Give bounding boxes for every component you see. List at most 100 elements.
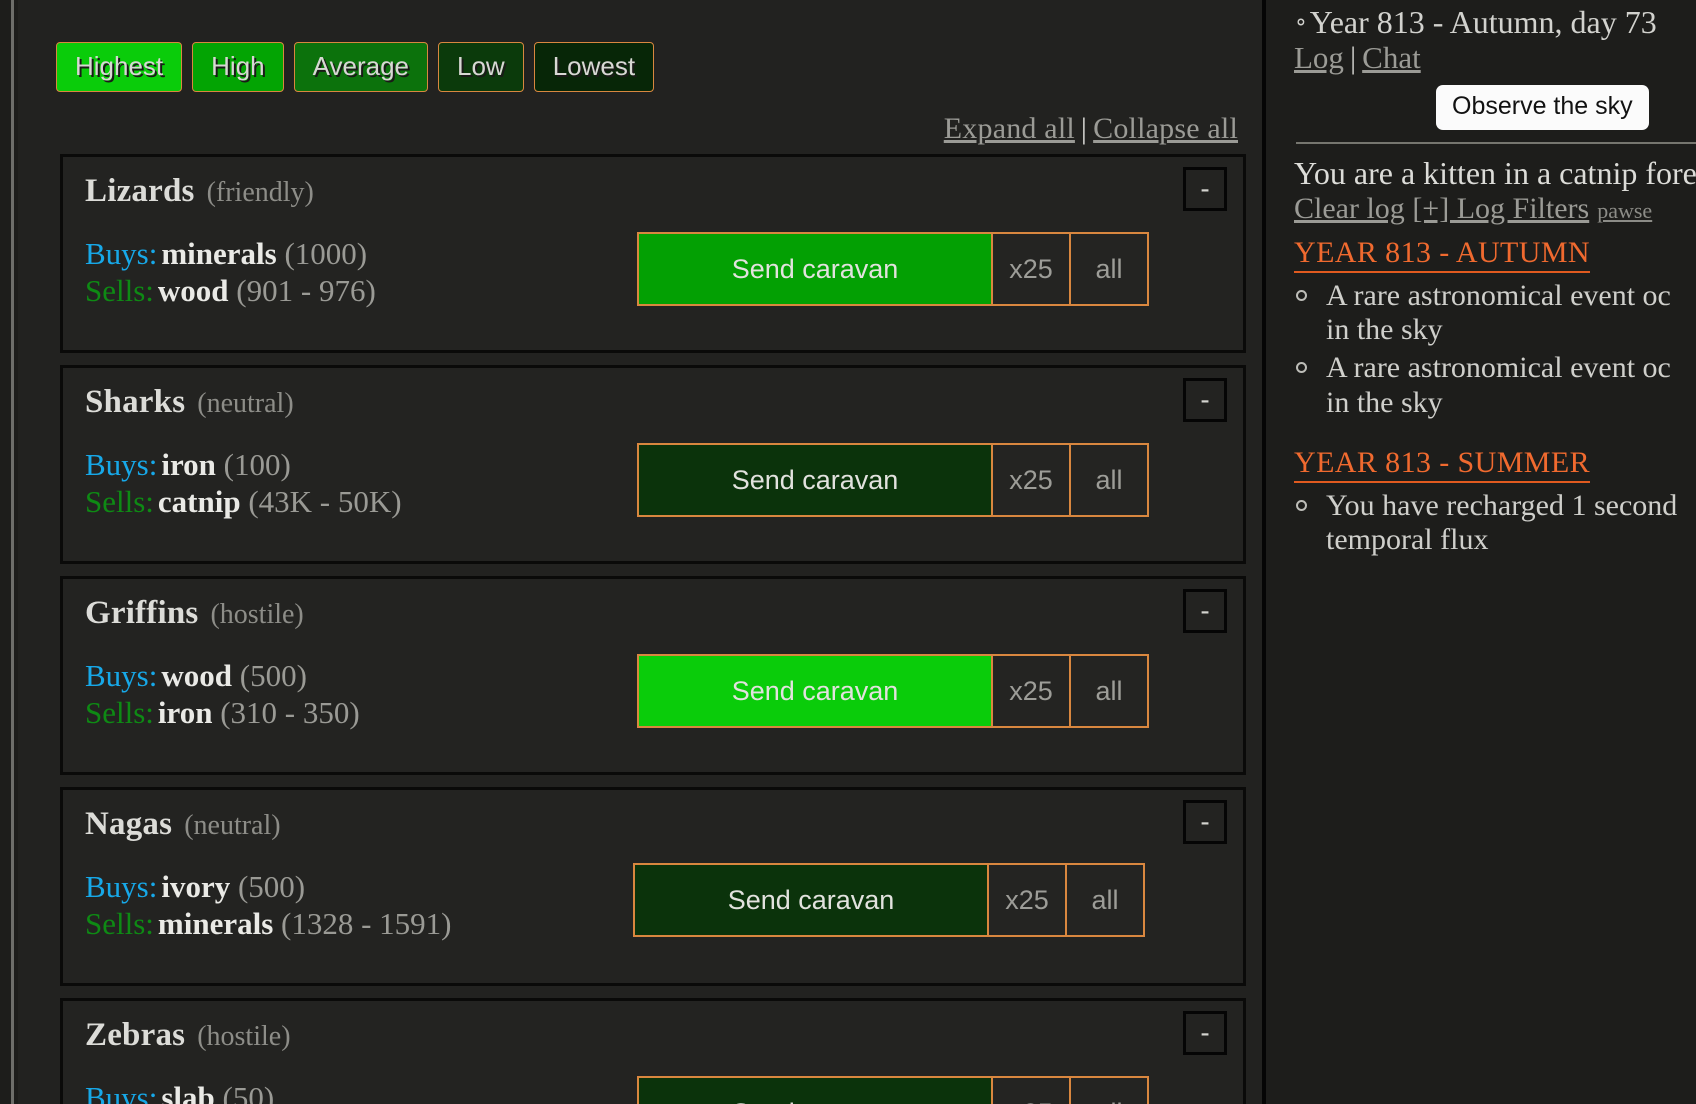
sells-label: Sells: [85, 272, 154, 308]
log-entry-line2: in the sky [1326, 313, 1443, 347]
caravan-controls: Send caravan x25 all [637, 443, 1149, 517]
log-entry: You have recharged 1 second temporal flu… [1294, 489, 1696, 557]
log-season-header: YEAR 813 - AUTUMN [1294, 236, 1590, 273]
pawse-link[interactable]: pawse [1597, 198, 1652, 223]
sells-good: iron [157, 694, 213, 730]
send-caravan-x25-button[interactable]: x25 [993, 1076, 1071, 1104]
race-list: Lizards (friendly) - Buys: minerals (1000… [60, 154, 1246, 1104]
log-season-header: YEAR 813 - SUMMER [1294, 446, 1590, 483]
send-caravan-x25-button[interactable]: x25 [993, 232, 1071, 306]
buys-good: minerals [161, 236, 277, 271]
sells-amount: (310 - 350) [220, 694, 360, 730]
caravan-controls: Send caravan x25 all [637, 1076, 1149, 1104]
race-body: Buys: minerals (1000) Sells: wood (901 - 9… [85, 232, 1225, 332]
caravan-controls: Send caravan x25 all [637, 654, 1149, 728]
race-header: Lizards (friendly) [85, 173, 1225, 210]
sells-good: minerals [157, 905, 274, 941]
collapse-button-lizards[interactable]: - [1183, 167, 1227, 211]
log-block: YEAR 813 - SUMMER You have recharged 1 s… [1294, 446, 1696, 557]
race-header: Griffins (hostile) [85, 595, 1225, 632]
buys-label: Buys: [85, 869, 158, 904]
buys-label: Buys: [85, 1080, 158, 1104]
race-body: Buys: wood (500) Sells: iron (310 - 350) S… [85, 654, 1225, 754]
legend-item-high[interactable]: High [192, 42, 284, 92]
tab-chat[interactable]: Chat [1362, 40, 1421, 75]
bullet-icon [1296, 499, 1307, 511]
log-feed: YEAR 813 - AUTUMN A rare astronomical ev… [1294, 236, 1696, 583]
race-standing: (hostile) [210, 599, 304, 630]
send-caravan-button[interactable]: Send caravan [637, 654, 993, 728]
log-entry-line1: A rare astronomical event oc [1326, 351, 1671, 385]
send-caravan-button[interactable]: Send caravan [633, 863, 989, 937]
sells-label: Sells: [85, 905, 154, 941]
race-standing: (friendly) [206, 177, 314, 208]
race-name: Lizards [85, 173, 195, 209]
collapse-button-zebras[interactable]: - [1183, 1011, 1227, 1055]
race-body: Buys: iron (100) Sells: catnip (43K - 50K)… [85, 443, 1225, 543]
race-card-sharks: Sharks (neutral) - Buys: iron (100) Sells… [60, 365, 1246, 564]
race-body: Buys: ivory (500) Sells: minerals (1328 - … [85, 863, 1225, 965]
send-caravan-all-button[interactable]: all [1071, 443, 1149, 517]
observe-the-sky-button[interactable]: Observe the sky [1436, 85, 1649, 130]
send-caravan-all-button[interactable]: all [1071, 232, 1149, 306]
send-caravan-x25-button[interactable]: x25 [993, 654, 1071, 728]
buys-label: Buys: [85, 658, 158, 693]
collapse-all-link[interactable]: Collapse all [1093, 112, 1238, 145]
sells-good: wood [157, 272, 229, 308]
price-legend: Highest High Average Low Lowest [56, 42, 655, 92]
caravan-controls: Send caravan x25 all [633, 863, 1145, 937]
trade-panel: Highest High Average Low Lowest Expand a… [18, 0, 1266, 1104]
log-entry-line1: A rare astronomical event oc [1326, 279, 1671, 312]
expand-all-link[interactable]: Expand all [944, 112, 1075, 145]
clear-log-link[interactable]: Clear log [1294, 192, 1405, 225]
tab-log[interactable]: Log [1294, 40, 1344, 75]
sells-good: catnip [157, 483, 241, 519]
log-sidebar: ∘Year 813 - Autumn, day 73 Log | Chat Obse… [1270, 0, 1696, 1104]
race-name: Nagas [85, 806, 173, 842]
send-caravan-x25-button[interactable]: x25 [989, 863, 1067, 937]
buys-good: slab [161, 1080, 215, 1104]
collapse-button-griffins[interactable]: - [1183, 589, 1227, 633]
buys-amount: (50) [222, 1080, 275, 1104]
buys-good: wood [161, 658, 232, 693]
log-entry-list: A rare astronomical event oc in the sky … [1294, 279, 1696, 420]
tree-controls: Expand all | Collapse all [944, 112, 1238, 146]
log-controls: Clear log [+] Log Filters pawse [1294, 192, 1652, 226]
sidebar-divider [1296, 142, 1696, 144]
log-filters-link[interactable]: [+] Log Filters [1412, 192, 1589, 225]
log-entry-list: You have recharged 1 second temporal flu… [1294, 489, 1696, 557]
legend-item-average[interactable]: Average [293, 42, 429, 92]
send-caravan-x25-button[interactable]: x25 [993, 443, 1071, 517]
send-caravan-all-button[interactable]: all [1067, 863, 1145, 937]
buys-label: Buys: [85, 236, 158, 271]
bullet-icon [1296, 290, 1307, 301]
log-block: YEAR 813 - AUTUMN A rare astronomical ev… [1294, 236, 1696, 420]
legend-item-lowest[interactable]: Lowest [533, 42, 655, 92]
send-caravan-button[interactable]: Send caravan [637, 1076, 993, 1104]
sells-amount: (901 - 976) [236, 272, 376, 308]
legend-item-low[interactable]: Low [438, 42, 524, 92]
send-caravan-all-button[interactable]: all [1071, 654, 1149, 728]
game-date-text: Year 813 - Autumn, day 73 [1309, 4, 1657, 40]
log-entry: A rare astronomical event oc in the sky [1294, 351, 1696, 419]
race-standing: (neutral) [184, 810, 281, 841]
legend-item-highest[interactable]: Highest [56, 42, 183, 92]
race-name: Zebras [85, 1017, 186, 1053]
buys-good: ivory [161, 869, 231, 904]
race-header: Zebras (hostile) [85, 1017, 1225, 1054]
race-card-zebras: Zebras (hostile) - Buys:slab (50) Send c… [60, 998, 1246, 1104]
bullet-icon [1296, 362, 1307, 374]
collapse-button-nagas[interactable]: - [1183, 800, 1227, 844]
buys-amount: (500) [239, 658, 307, 693]
log-entry-line2: temporal flux [1326, 522, 1489, 556]
intro-text: You are a kitten in a catnip fore [1294, 155, 1696, 191]
send-caravan-button[interactable]: Send caravan [637, 443, 993, 517]
sells-amount: (43K - 50K) [248, 483, 402, 519]
send-caravan-button[interactable]: Send caravan [637, 232, 993, 306]
race-card-nagas: Nagas (neutral) - Buys: ivory (500) Sells… [60, 787, 1246, 986]
race-standing: (hostile) [197, 1021, 291, 1052]
buys-amount: (1000) [284, 236, 368, 271]
collapse-button-sharks[interactable]: - [1183, 378, 1227, 422]
race-header: Nagas (neutral) [85, 806, 1225, 843]
send-caravan-all-button[interactable]: all [1071, 1076, 1149, 1104]
